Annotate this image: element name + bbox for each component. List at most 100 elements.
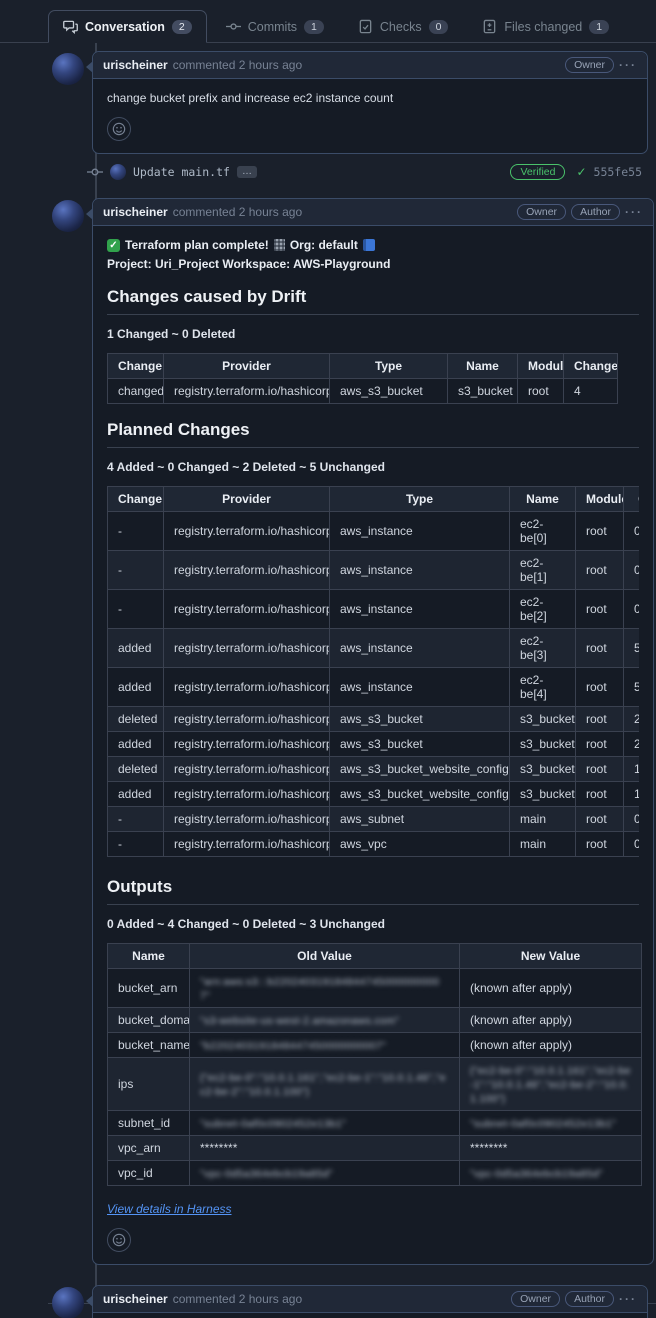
add-reaction-button[interactable] <box>107 117 131 141</box>
tab-conversation-count: 2 <box>172 20 192 34</box>
table-row: deletedregistry.terraform.io/hashicorp/a… <box>108 757 640 782</box>
comment-2: urischeiner commented 2 hours ago Owner … <box>52 198 648 1265</box>
planned-changes-table-clip: ChangeProvider TypeName ModuleChanges -r… <box>107 486 639 861</box>
table-row: bucket_name"b220240319184844745000000000… <box>108 1033 642 1058</box>
redacted-value: "b2202403191848447450000000007" <box>200 1040 386 1052</box>
kebab-menu-icon[interactable]: ··· <box>619 1292 637 1306</box>
project-text: Project: Uri_Project Workspace: AWS-Play… <box>107 257 390 271</box>
table-row: bucket_arn"arn:aws:s3:::b220240319184844… <box>108 969 642 1008</box>
tab-files-changed-count: 1 <box>589 20 609 34</box>
table-header-row: ChangeProvider TypeName ModuleChanges <box>108 354 618 379</box>
commits-icon <box>226 19 241 34</box>
tab-commits-label: Commits <box>248 20 297 34</box>
tab-commits-count: 1 <box>304 20 324 34</box>
smiley-icon <box>112 1233 126 1247</box>
comment-timestamp: commented 2 hours ago <box>173 205 302 219</box>
tab-checks-label: Checks <box>380 20 422 34</box>
tab-files-changed[interactable]: Files changed 1 <box>467 10 624 43</box>
author-badge: Author <box>565 1291 614 1307</box>
checks-icon <box>358 19 373 34</box>
tab-files-changed-label: Files changed <box>504 20 582 34</box>
add-reaction-button[interactable] <box>107 1228 131 1252</box>
comment-timestamp: commented 2 hours ago <box>173 1292 302 1306</box>
commit-sha[interactable]: 555fe55 <box>594 165 642 179</box>
comment-timestamp: commented 2 hours ago <box>173 58 302 72</box>
commit-message[interactable]: Update main.tf <box>133 165 230 179</box>
table-row: -registry.terraform.io/hashicorp/awsaws_… <box>108 807 640 832</box>
outputs-table: Name Old Value New Value bucket_arn"arn:… <box>107 943 642 1186</box>
file-diff-icon <box>482 19 497 34</box>
table-row: subnet_id"subnet-0af0c0902452e13b1""subn… <box>108 1111 642 1136</box>
pr-tab-bar: Conversation 2 Commits 1 Checks 0 <box>0 10 656 43</box>
author-badge: Author <box>571 204 620 220</box>
comment-1: urischeiner commented 2 hours ago Owner … <box>52 51 648 154</box>
table-row: bucket_domain"s3-website-us-west-2.amazo… <box>108 1008 642 1033</box>
redacted-value: "s3-website-us-west-2.amazonaws.com" <box>200 1015 399 1027</box>
owner-badge: Owner <box>517 204 566 220</box>
table-row: -registry.terraform.io/hashicorp/awsaws_… <box>108 832 640 857</box>
avatar[interactable] <box>52 53 84 85</box>
owner-badge: Owner <box>565 57 614 73</box>
avatar[interactable] <box>52 1287 84 1318</box>
commit-row: Update main.tf … Verified ✓ 555fe55 <box>95 164 648 180</box>
planned-changes-table: ChangeProvider TypeName ModuleChanges -r… <box>107 486 639 857</box>
tab-checks-count: 0 <box>429 20 449 34</box>
comment-author[interactable]: urischeiner <box>103 1292 168 1306</box>
kebab-menu-icon[interactable]: ··· <box>625 205 643 219</box>
tab-commits[interactable]: Commits 1 <box>211 10 339 43</box>
plan-summary-line: ✓ Terraform plan complete! Org: default … <box>107 238 639 271</box>
drift-counts: 1 Changed ~ 0 Deleted <box>107 327 639 341</box>
table-row: ips{"ec2-be-0":"10.0.1.161","ec2-be-1":"… <box>108 1058 642 1111</box>
conversation-icon <box>63 19 78 34</box>
plan-complete-text: Terraform plan complete! <box>125 238 269 252</box>
verified-badge[interactable]: Verified <box>510 164 565 180</box>
kebab-menu-icon[interactable]: ··· <box>619 58 637 72</box>
comment-2-header: urischeiner commented 2 hours ago Owner … <box>93 199 653 226</box>
redacted-value: "subnet-0af0c0902452e13b1" <box>200 1118 346 1130</box>
check-icon: ✓ <box>576 165 586 179</box>
tab-conversation-label: Conversation <box>85 20 165 34</box>
table-row: changedregistry.terraform.io/hashicorp/a… <box>108 379 618 404</box>
planned-changes-counts: 4 Added ~ 0 Changed ~ 2 Deleted ~ 5 Unch… <box>107 460 639 474</box>
table-row: -registry.terraform.io/hashicorp/awsaws_… <box>108 551 640 590</box>
drift-table: ChangeProvider TypeName ModuleChanges ch… <box>107 353 618 404</box>
org-text: Org: default <box>290 238 358 252</box>
table-row: addedregistry.terraform.io/hashicorp/aws… <box>108 782 640 807</box>
table-row: -registry.terraform.io/hashicorp/awsaws_… <box>108 512 640 551</box>
smiley-icon <box>112 122 126 136</box>
avatar[interactable] <box>52 200 84 232</box>
check-mark-emoji-icon: ✓ <box>107 239 120 252</box>
redacted-value: "arn:aws:s3:::b2202403191848447450000000… <box>200 976 439 1002</box>
table-row: addedregistry.terraform.io/hashicorp/aws… <box>108 668 640 707</box>
outputs-title: Outputs <box>107 877 639 905</box>
table-header-row: Name Old Value New Value <box>108 944 642 969</box>
table-row: deletedregistry.terraform.io/hashicorp/a… <box>108 707 640 732</box>
outputs-counts: 0 Added ~ 4 Changed ~ 0 Deleted ~ 3 Unch… <box>107 917 639 931</box>
table-header-row: ChangeProvider TypeName ModuleChanges <box>108 487 640 512</box>
tab-conversation[interactable]: Conversation 2 <box>48 10 207 43</box>
redacted-value: "vpc-0d5a364ebcb19a85d" <box>470 1168 603 1180</box>
comment-author[interactable]: urischeiner <box>103 205 168 219</box>
book-emoji-icon <box>363 239 375 251</box>
tab-checks[interactable]: Checks 0 <box>343 10 464 43</box>
commit-expand-icon[interactable]: … <box>237 166 257 178</box>
planned-changes-title: Planned Changes <box>107 420 639 448</box>
drift-section-title: Changes caused by Drift <box>107 287 639 315</box>
view-details-link[interactable]: View details in Harness <box>107 1202 232 1216</box>
pr-conversation-page: Conversation 2 Commits 1 Checks 0 <box>0 0 656 1318</box>
table-row: vpc_arn**************** <box>108 1136 642 1161</box>
pr-timeline: urischeiner commented 2 hours ago Owner … <box>0 43 656 1318</box>
git-commit-icon <box>87 164 103 180</box>
redacted-value: "vpc-0d5a364ebcb19a85d" <box>200 1168 333 1180</box>
comment-author[interactable]: urischeiner <box>103 58 168 72</box>
redacted-value: {"ec2-be-0":"10.0.1.161","ec2-be-1":"10.… <box>200 1072 446 1098</box>
table-row: -registry.terraform.io/hashicorp/awsaws_… <box>108 590 640 629</box>
table-row: vpc_id"vpc-0d5a364ebcb19a85d""vpc-0d5a36… <box>108 1161 642 1186</box>
avatar[interactable] <box>110 164 126 180</box>
comment-3: urischeiner commented 2 hours ago Owner … <box>52 1285 648 1318</box>
table-row: addedregistry.terraform.io/hashicorp/aws… <box>108 732 640 757</box>
redacted-value: {"ec2-be-0":"10.0.1.161","ec2-be-1":"10.… <box>470 1065 631 1105</box>
comment-1-header: urischeiner commented 2 hours ago Owner … <box>93 52 647 79</box>
comment-body-text: change bucket prefix and increase ec2 in… <box>107 91 633 105</box>
office-building-emoji-icon <box>274 239 285 251</box>
